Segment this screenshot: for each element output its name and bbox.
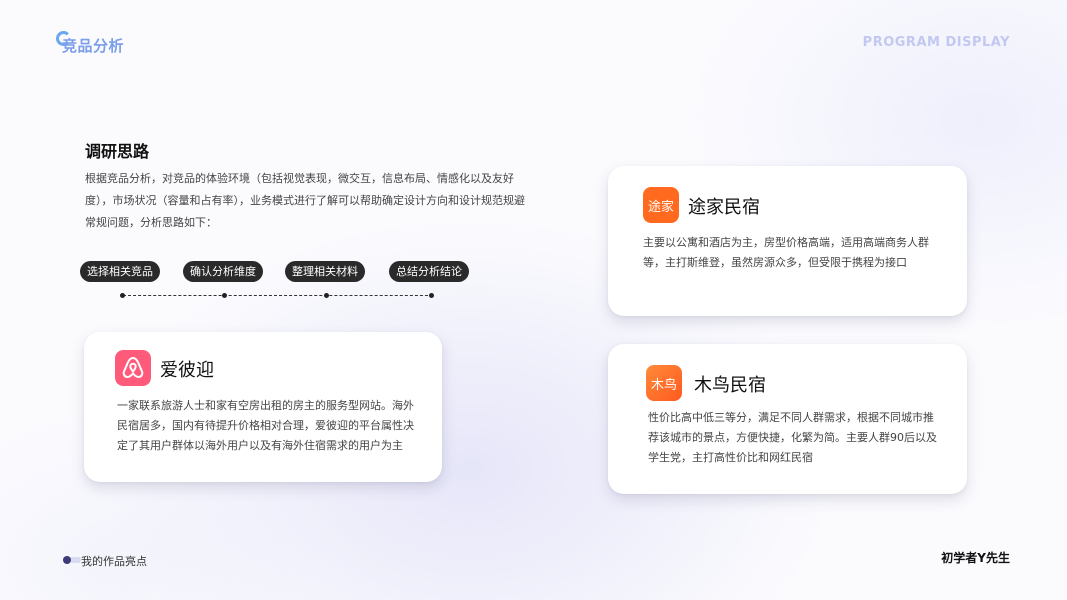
- tujia-logo-text: 途家: [647, 199, 674, 215]
- author-name: 初学者Y先生: [941, 551, 1010, 565]
- footer-caption: 我的作品亮点: [81, 555, 147, 568]
- steps-timeline: [123, 295, 433, 296]
- intro-paragraph: 根据竞品分析，对竞品的体验环境（包括视觉表现，微交互，信息布局、情感化以及友好度…: [85, 172, 525, 229]
- analysis-steps: 选择相关竞品 确认分析维度 整理相关材料 总结分析结论: [80, 261, 480, 305]
- step-summarize-conclusions: 总结分析结论: [389, 261, 469, 282]
- card-tujia: 途家 途家民宿 主要以公寓和酒店为主，房型价格高端，适用高端商务人群等，主打斯维…: [608, 166, 967, 316]
- airbnb-logo-svg: [115, 350, 151, 386]
- card-tujia-desc: 主要以公寓和酒店为主，房型价格高端，适用高端商务人群等，主打斯维登，虽然房源众多…: [643, 236, 929, 269]
- timeline-dot: [429, 293, 434, 298]
- airbnb-logo-icon: [115, 350, 151, 386]
- step-organize-materials: 整理相关材料: [285, 261, 365, 282]
- muniao-logo-text: 木鸟: [650, 377, 677, 393]
- card-tujia-name: 途家民宿: [688, 197, 760, 218]
- pager-dot-active: [63, 556, 71, 564]
- card-muniao-name: 木鸟民宿: [694, 375, 766, 396]
- card-muniao-desc: 性价比高中低三等分，满足不同人群需求，根据不同城市推荐该城市的景点，方便快捷，化…: [648, 411, 937, 464]
- logo-text: 竞品分析: [62, 37, 125, 55]
- program-display-label: PROGRAM DISPLAY: [862, 35, 1010, 50]
- pager-indicator: [63, 556, 81, 564]
- muniao-logo-icon: 木鸟: [646, 365, 682, 401]
- tujia-logo-icon: 途家: [643, 187, 679, 223]
- card-airbnb-name: 爱彼迎: [160, 360, 214, 381]
- timeline-dot: [324, 293, 329, 298]
- card-muniao: 木鸟 木鸟民宿 性价比高中低三等分，满足不同人群需求，根据不同城市推荐该城市的景…: [608, 344, 967, 494]
- card-airbnb: 爱彼迎 一家联系旅游人士和家有空房出租的房主的服务型网站。海外民宿居多，国内有待…: [84, 332, 442, 482]
- timeline-dot: [222, 293, 227, 298]
- timeline-dot: [120, 293, 125, 298]
- step-select-products: 选择相关竞品: [80, 261, 160, 282]
- card-airbnb-desc: 一家联系旅游人士和家有空房出租的房主的服务型网站。海外民宿居多，国内有待提升价格…: [117, 399, 414, 452]
- section-title: 调研思路: [85, 142, 150, 161]
- step-confirm-dimensions: 确认分析维度: [183, 261, 263, 282]
